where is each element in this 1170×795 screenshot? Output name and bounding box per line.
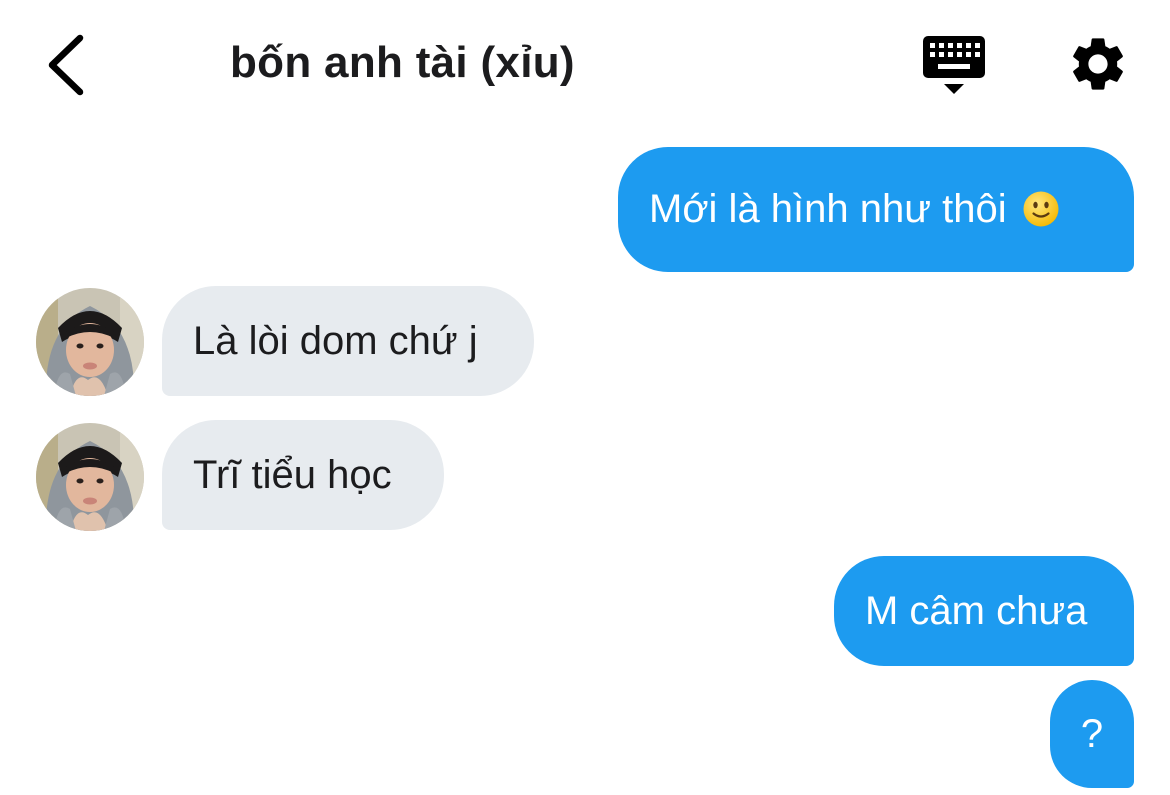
chat-screen: bốn anh tài (xỉu) Mới là hình như thôi L…	[0, 0, 1170, 795]
avatar[interactable]	[36, 423, 144, 531]
keyboard-icon	[923, 36, 985, 94]
back-button[interactable]	[38, 30, 98, 100]
slightly-smiling-face-icon	[1023, 191, 1059, 227]
avatar[interactable]	[36, 288, 144, 396]
avatar-photo	[36, 423, 144, 531]
message-text: M câm chưa	[865, 589, 1088, 633]
message-bubble-outgoing[interactable]: M câm chưa	[834, 556, 1134, 666]
chat-header: bốn anh tài (xỉu)	[0, 0, 1170, 130]
message-bubble-incoming[interactable]: Trĩ tiểu học	[162, 420, 444, 530]
conversation-title: bốn anh tài (xỉu)	[230, 38, 575, 87]
message-bubble-incoming[interactable]: Là lòi dom chứ j	[162, 286, 534, 396]
message-text: ?	[1080, 712, 1104, 756]
avatar-photo	[36, 288, 144, 396]
gear-icon	[1073, 38, 1123, 90]
chevron-left-icon	[48, 34, 84, 96]
message-text: Mới là hình như thôi	[649, 187, 1007, 231]
message-bubble-outgoing[interactable]: ?	[1050, 680, 1134, 788]
message-bubble-outgoing[interactable]: Mới là hình như thôi	[618, 147, 1134, 272]
message-text: Trĩ tiểu học	[193, 453, 392, 497]
message-text: Là lòi dom chứ j	[193, 319, 478, 363]
settings-button[interactable]	[1066, 32, 1130, 96]
keyboard-button[interactable]	[920, 34, 988, 98]
